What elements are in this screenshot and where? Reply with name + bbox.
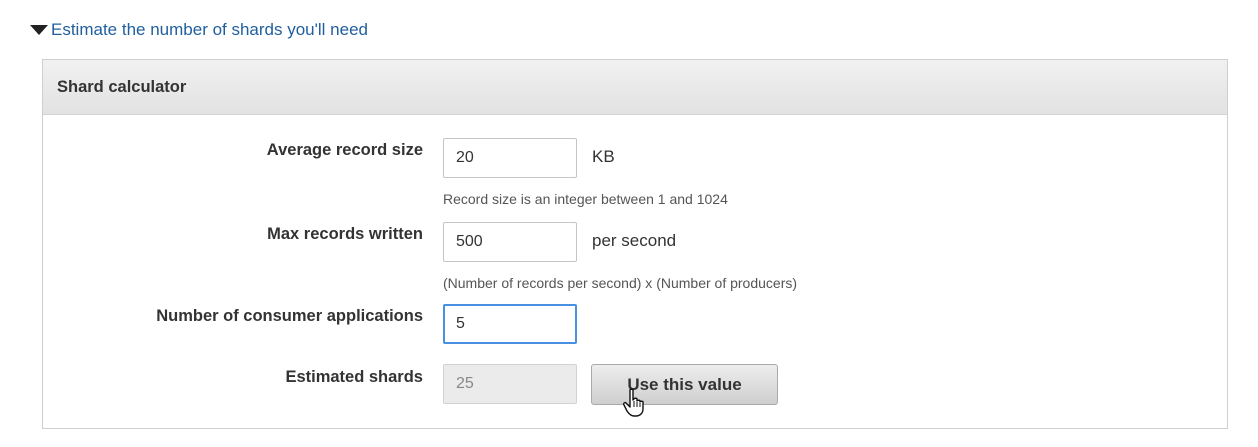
estimate-shards-toggle-label: Estimate the number of shards you'll nee… (51, 20, 368, 39)
estimate-shards-toggle[interactable]: Estimate the number of shards you'll nee… (30, 20, 368, 40)
max-records-input[interactable] (443, 222, 577, 262)
max-records-unit: per second (592, 231, 677, 250)
use-this-value-button[interactable]: Use this value (591, 364, 778, 405)
hand-pointer-icon (623, 388, 644, 417)
triangle-down-icon (30, 25, 48, 35)
page: Estimate the number of shards you'll nee… (0, 0, 1258, 447)
record-size-input[interactable] (443, 138, 577, 178)
consumers-input[interactable] (443, 304, 577, 344)
consumers-label: Number of consumer applications (156, 307, 423, 325)
record-size-label: Average record size (266, 141, 423, 159)
max-records-hint: (Number of records per second) x (Number… (443, 275, 798, 291)
max-records-label: Max records written (267, 225, 423, 243)
record-size-hint: Record size is an integer between 1 and … (443, 191, 728, 207)
estimated-shards-input (443, 364, 577, 404)
record-size-unit: KB (592, 147, 615, 166)
shard-calculator-title: Shard calculator (43, 60, 1227, 115)
estimated-shards-label: Estimated shards (285, 368, 423, 386)
